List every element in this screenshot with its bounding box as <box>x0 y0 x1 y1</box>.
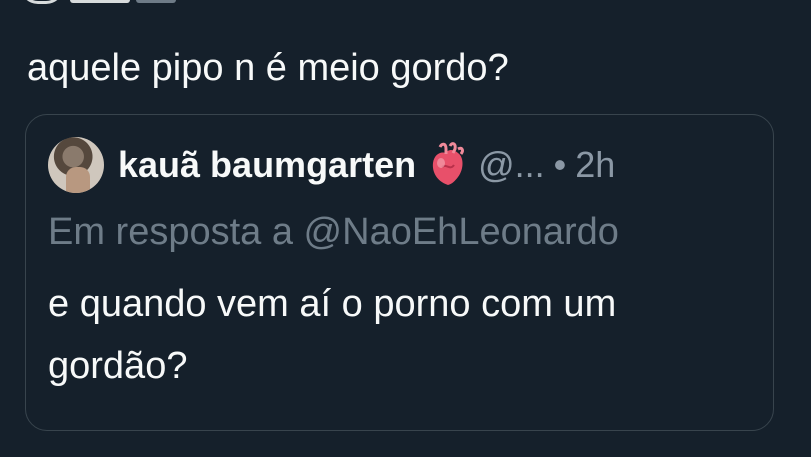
tweet-text: aquele pipo n é meio gordo? <box>27 47 509 89</box>
author-handle: @... <box>478 144 545 185</box>
author-avatar[interactable] <box>48 137 104 193</box>
previous-tweet-header-cut <box>20 0 176 4</box>
quoted-tweet-header: kauã baumgarten @... • 2h <box>48 137 615 193</box>
quoted-tweet-card[interactable]: kauã baumgarten @... • 2h Em resposta a … <box>25 114 774 431</box>
separator-dot: • <box>553 144 567 185</box>
quoted-tweet-text: e quando vem aí o porno com um gordão? <box>48 283 617 387</box>
cut-avatar <box>20 0 64 4</box>
reply-to-line: Em resposta a @NaoEhLeonardo <box>48 211 619 253</box>
timestamp[interactable]: 2h <box>575 144 615 186</box>
cut-handle <box>136 0 176 3</box>
anatomical-heart-icon <box>428 141 468 189</box>
author-name[interactable]: kauã baumgarten <box>118 144 416 186</box>
cut-name <box>70 0 130 3</box>
